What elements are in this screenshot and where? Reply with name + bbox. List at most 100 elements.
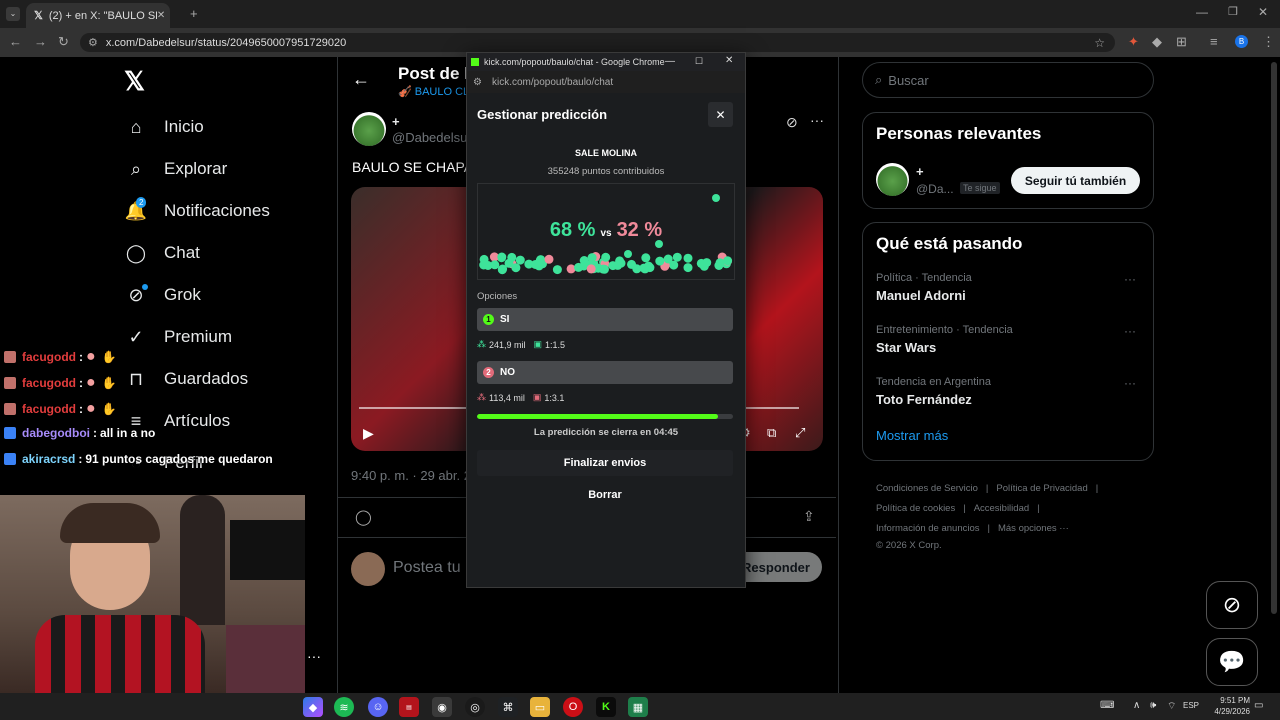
option-no-bar[interactable]: 2 NO [477,361,733,384]
trend-more-icon[interactable]: ··· [1124,272,1136,286]
chat-colon: : [93,426,97,440]
delete-button[interactable]: Borrar [477,482,733,508]
tab-close-icon[interactable]: ✕ [157,10,165,21]
back-icon[interactable]: ← [9,34,22,49]
reload-icon[interactable]: ↻ [58,34,69,50]
popup-maximize-icon[interactable]: ☐ [695,56,703,67]
trend-more-icon[interactable]: ··· [1124,324,1136,338]
footer-link[interactable]: Accesibilidad [974,503,1029,514]
post-timestamp[interactable]: 9:40 p. m. · 29 abr. 2 [351,468,471,483]
extension-2-icon[interactable]: ◆ [1152,34,1162,50]
keyboard-icon[interactable]: ⌨ [1100,700,1114,711]
chat-username[interactable]: facugodd [22,376,76,390]
popup-close-icon[interactable]: ✕ [725,55,733,66]
back-arrow-icon[interactable]: ← [352,69,370,90]
restore-icon[interactable]: ❐ [1228,5,1238,18]
footer-link[interactable]: Más opciones ··· [998,523,1069,534]
video-app-icon[interactable]: ▤ [399,697,419,717]
x-home-logo-icon[interactable]: 𝕏 [124,66,145,97]
chrome-menu-icon[interactable]: ⋮ [1262,34,1275,50]
profile-avatar[interactable]: B [1235,35,1248,48]
nav-item-inicio[interactable]: ⌂ Inicio [124,107,204,147]
bookmark-star-icon[interactable]: ☆ [1094,36,1105,50]
tab-search-icon[interactable]: ⌄ [6,7,20,21]
close-panel-icon[interactable]: ✕ [708,102,733,127]
messages-fab-icon[interactable]: 💬 [1206,638,1258,686]
volume-icon[interactable]: 🕪 [1150,700,1156,711]
more-icon[interactable]: ··· [307,648,321,664]
minimize-icon[interactable]: — [1196,5,1208,19]
address-bar[interactable]: ⚙ x.com/Dabedelsur/status/20496500079517… [80,33,1115,52]
trend-name[interactable]: Star Wars [876,340,936,355]
trend-name[interactable]: Toto Fernández [876,392,972,407]
opera-icon[interactable]: O [563,697,583,717]
page-scrollbar[interactable] [1271,62,1277,614]
person-avatar[interactable] [876,163,909,196]
kick-taskbar-icon[interactable]: K [596,697,616,717]
discord-icon[interactable]: ☺ [368,697,388,717]
site-info-icon[interactable]: ⚙ [88,36,98,49]
popup-minimize-icon[interactable]: — [665,56,675,67]
chat-username[interactable]: facugodd [22,402,76,416]
nav-item-grok[interactable]: ⊘ Grok [124,275,201,315]
copilot-icon[interactable]: ◆ [303,697,323,717]
tray-chevron-icon[interactable]: ∧ [1133,700,1140,711]
share-icon[interactable]: ⇪ [803,508,815,525]
author-handle[interactable]: @Dabedelsu [392,130,467,145]
language-indicator[interactable]: ESP [1183,701,1199,710]
follow-button[interactable]: Seguir tú también [1011,167,1140,194]
finish-submissions-button[interactable]: Finalizar envios [477,450,733,476]
trend-more-icon[interactable]: ··· [1124,376,1136,390]
author-name[interactable]: + [392,114,400,129]
network-icon[interactable]: ⌔ [1167,700,1176,713]
extensions-puzzle-icon[interactable]: ⊞ [1176,34,1187,50]
new-tab-icon[interactable]: + [190,6,198,21]
footer-link[interactable]: Política de Privacidad [996,483,1087,494]
popup-site-info-icon[interactable]: ⚙ [473,77,482,88]
search-input[interactable]: ⌕ Buscar [862,62,1154,98]
fullscreen-icon[interactable]: ⤢ [795,425,805,441]
nav-item-notificaciones[interactable]: 🔔 2 Notificaciones [124,191,270,231]
capcut-icon[interactable]: ⌘ [498,697,518,717]
footer-link[interactable]: Política de cookies [876,503,955,514]
nav-item-chat[interactable]: ◯ Chat [124,233,200,273]
show-more-link[interactable]: Mostrar más [876,428,948,443]
person-handle[interactable]: @Da... [916,182,954,196]
option-si-bar[interactable]: 1 SI [477,308,733,331]
my-avatar[interactable] [351,552,385,586]
grok-post-icon[interactable]: ⊘ [786,114,798,131]
clock[interactable]: 9:51 PM 4/29/2026 [1200,695,1250,717]
person-name[interactable]: + [916,164,924,179]
nav-item-guardados[interactable]: ⊓ Guardados [124,359,248,399]
chat-username[interactable]: facugodd [22,350,76,364]
tab-title: (2) + en X: "BAULO SE CHAPA A [48,9,157,22]
nav-item-premium[interactable]: ✓ Premium [124,317,232,357]
footer-link[interactable]: Condiciones de Servicio [876,483,978,494]
trend-name[interactable]: Manuel Adorni [876,288,966,303]
spotify-icon[interactable]: ≋ [334,697,354,717]
obs-icon[interactable]: ◎ [465,697,485,717]
footer-link[interactable]: Información de anuncios [876,523,980,534]
community-label[interactable]: 🎻 BAULO CL [398,85,469,98]
forward-icon[interactable]: → [34,34,47,49]
browser-tab[interactable]: 𝕏 (2) + en X: "BAULO SE CHAPA A ✕ [26,3,170,28]
pip-icon[interactable]: ⧉ [767,425,776,441]
bet-bubble [574,262,583,272]
play-icon[interactable]: ▶ [363,425,374,442]
calculator-icon[interactable]: ▦ [628,697,648,717]
reply-input[interactable]: Postea tu [393,559,461,577]
more-options-icon[interactable]: ··· [810,112,824,128]
author-avatar[interactable] [352,112,386,146]
window-close-icon[interactable]: ✕ [1258,5,1268,19]
extension-icon[interactable]: ✦ [1128,34,1139,50]
grok-fab-icon[interactable]: ⊘ [1206,581,1258,629]
reading-list-icon[interactable]: ≡ [1210,34,1218,49]
reply-icon[interactable]: ◯ [355,508,372,526]
chat-username[interactable]: dabegodboi [22,426,90,440]
chrome-taskbar-icon[interactable]: ◉ [432,697,452,717]
nav-item-explorar[interactable]: ⌕ Explorar [124,149,227,189]
notifications-icon[interactable]: ▭ [1254,700,1263,711]
popup-address-bar[interactable]: ⚙ kick.com/popout/baulo/chat [467,71,745,93]
file-explorer-icon[interactable]: ▭ [530,697,550,717]
chat-username[interactable]: akiracrsd [22,452,75,466]
